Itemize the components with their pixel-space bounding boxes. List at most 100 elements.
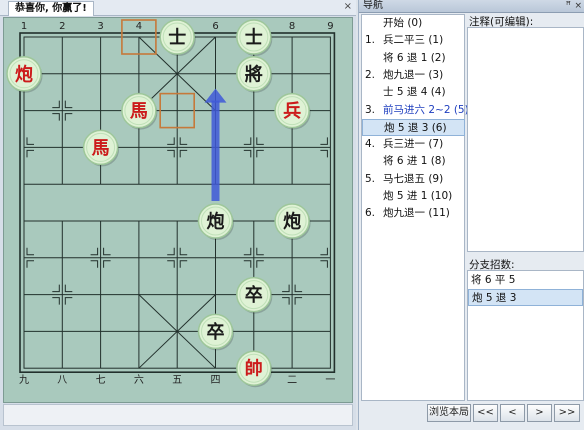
move-list-item[interactable]: 3. 前马进六 2~2 (5) bbox=[362, 102, 469, 119]
position-mark bbox=[179, 247, 188, 256]
branch-item[interactable]: 将 6 平 5 bbox=[468, 272, 583, 289]
branch-list[interactable]: 将 6 平 5炮 5 退 3 bbox=[467, 270, 584, 401]
position-mark bbox=[179, 149, 188, 158]
prev-move-button[interactable]: < bbox=[500, 404, 525, 422]
position-mark bbox=[64, 284, 73, 293]
position-mark bbox=[320, 149, 328, 158]
navigation-panel: 导航 ꟸ × 开始 (0) 1. 兵二平三 (1) 将 6 退 1 (2) 2. 炮九退一… bbox=[358, 0, 584, 430]
piece-red[interactable]: 馬 bbox=[92, 138, 110, 159]
move-arrow-shaft bbox=[211, 100, 220, 201]
piece-black[interactable]: 將 bbox=[245, 63, 263, 85]
position-mark bbox=[64, 113, 73, 121]
tab-close-icon[interactable]: × bbox=[344, 1, 352, 12]
position-mark bbox=[320, 260, 328, 268]
move-list-item[interactable]: 4. 兵三进一 (7) bbox=[362, 136, 465, 153]
position-mark bbox=[167, 247, 175, 256]
move-arrow-head bbox=[204, 88, 227, 103]
file-label-bottom: 九 bbox=[19, 374, 29, 386]
piece-black[interactable]: 士 bbox=[245, 28, 263, 49]
move-number: 4. bbox=[365, 138, 376, 151]
move-number: 3. bbox=[365, 103, 376, 116]
file-label-top: 3 bbox=[97, 21, 103, 32]
position-mark bbox=[179, 260, 188, 268]
status-bar bbox=[3, 404, 353, 426]
branch-item[interactable]: 炮 5 退 3 bbox=[468, 289, 583, 306]
file-label-top: 4 bbox=[136, 21, 142, 32]
file-label-top: 6 bbox=[212, 21, 218, 32]
position-mark bbox=[282, 297, 290, 305]
move-list-item[interactable]: 5. 马七退五 (9) bbox=[362, 171, 465, 188]
move-text: 士 5 退 4 (4) bbox=[383, 86, 446, 99]
piece-black[interactable]: 卒 bbox=[245, 284, 263, 306]
position-mark bbox=[256, 137, 264, 145]
board-canvas[interactable]: 123456789九八七六五四三二一士士將炮馬兵馬炮炮卒卒帥 bbox=[4, 18, 354, 404]
move-text: 前马进六 2~2 (5) bbox=[383, 103, 469, 116]
file-label-top: 8 bbox=[289, 21, 295, 32]
move-list-item[interactable]: 1. 兵二平三 (1) bbox=[362, 32, 465, 49]
file-label-top: 9 bbox=[327, 21, 333, 32]
file-label-bottom: 一 bbox=[325, 375, 335, 386]
position-mark bbox=[64, 100, 73, 109]
move-text: 将 6 进 1 (8) bbox=[383, 155, 446, 168]
piece-black[interactable]: 炮 bbox=[207, 211, 225, 233]
move-list-item[interactable]: 将 6 进 1 (8) bbox=[362, 153, 465, 170]
move-list-item[interactable]: 士 5 退 4 (4) bbox=[362, 84, 465, 101]
move-text: 开始 (0) bbox=[383, 17, 423, 29]
position-mark bbox=[243, 137, 252, 145]
position-mark bbox=[256, 149, 264, 158]
move-number: 2. bbox=[365, 68, 376, 81]
move-list-item[interactable]: 2. 炮九退一 (3) bbox=[362, 67, 465, 84]
position-mark bbox=[52, 113, 60, 121]
position-mark bbox=[282, 284, 290, 293]
position-mark bbox=[26, 260, 34, 268]
piece-red[interactable]: 兵 bbox=[283, 101, 301, 122]
position-mark bbox=[243, 260, 252, 268]
piece-black[interactable]: 士 bbox=[168, 28, 186, 49]
first-move-button[interactable]: << bbox=[473, 404, 498, 422]
position-mark bbox=[243, 149, 252, 158]
piece-red[interactable]: 帥 bbox=[245, 358, 263, 380]
notes-textarea[interactable] bbox=[467, 27, 584, 252]
close-icon[interactable]: × bbox=[574, 0, 582, 12]
move-list-item[interactable]: 炮 5 进 1 (10) bbox=[362, 188, 465, 205]
position-mark bbox=[294, 297, 303, 305]
piece-black[interactable]: 卒 bbox=[207, 321, 225, 343]
position-mark bbox=[52, 297, 60, 305]
position-mark bbox=[90, 247, 99, 256]
piece-black[interactable]: 炮 bbox=[283, 211, 301, 233]
browse-game-button[interactable]: 浏览本局 bbox=[427, 404, 471, 422]
move-text: 兵三进一 (7) bbox=[383, 138, 444, 151]
board-panel: 恭喜你, 你赢了! × 123456789九八七六五四三二一士士將炮馬兵馬炮炮卒… bbox=[0, 0, 356, 430]
position-mark bbox=[26, 137, 34, 145]
move-text: 兵二平三 (1) bbox=[383, 34, 444, 47]
position-mark bbox=[103, 260, 111, 268]
move-list-item[interactable]: 炮 5 退 3 (6) bbox=[362, 118, 465, 136]
move-text: 炮九退一 (3) bbox=[383, 68, 444, 81]
move-list-item[interactable]: 开始 (0) bbox=[362, 15, 465, 32]
file-label-bottom: 五 bbox=[172, 375, 182, 386]
pin-icon[interactable]: ꟸ bbox=[566, 0, 571, 12]
position-mark bbox=[243, 247, 252, 256]
position-mark bbox=[103, 247, 111, 256]
position-mark bbox=[52, 284, 60, 293]
piece-red[interactable]: 炮 bbox=[15, 63, 33, 85]
file-label-bottom: 六 bbox=[134, 374, 144, 386]
position-mark bbox=[26, 247, 34, 256]
position-mark bbox=[167, 149, 175, 158]
navigation-title: 导航 bbox=[363, 0, 383, 11]
position-mark bbox=[294, 284, 303, 293]
piece-red[interactable]: 馬 bbox=[130, 101, 148, 122]
next-move-button[interactable]: > bbox=[527, 404, 552, 422]
move-list[interactable]: 开始 (0) 1. 兵二平三 (1) 将 6 退 1 (2) 2. 炮九退一 (3) 士 5… bbox=[361, 14, 469, 401]
file-label-bottom: 八 bbox=[57, 375, 67, 386]
move-list-item[interactable]: 将 6 退 1 (2) bbox=[362, 50, 465, 67]
position-mark bbox=[52, 100, 60, 109]
last-move-button[interactable]: >> bbox=[554, 404, 580, 422]
xiangqi-board[interactable]: 123456789九八七六五四三二一士士將炮馬兵馬炮炮卒卒帥 bbox=[3, 17, 353, 403]
navigation-header: 导航 ꟸ × bbox=[359, 0, 584, 13]
move-number: 1. bbox=[365, 34, 376, 47]
move-text: 炮 5 退 3 (6) bbox=[384, 121, 447, 134]
game-tab[interactable]: 恭喜你, 你赢了! bbox=[8, 1, 94, 16]
position-mark bbox=[320, 247, 328, 256]
move-list-item[interactable]: 6. 炮九退一 (11) bbox=[362, 205, 465, 222]
